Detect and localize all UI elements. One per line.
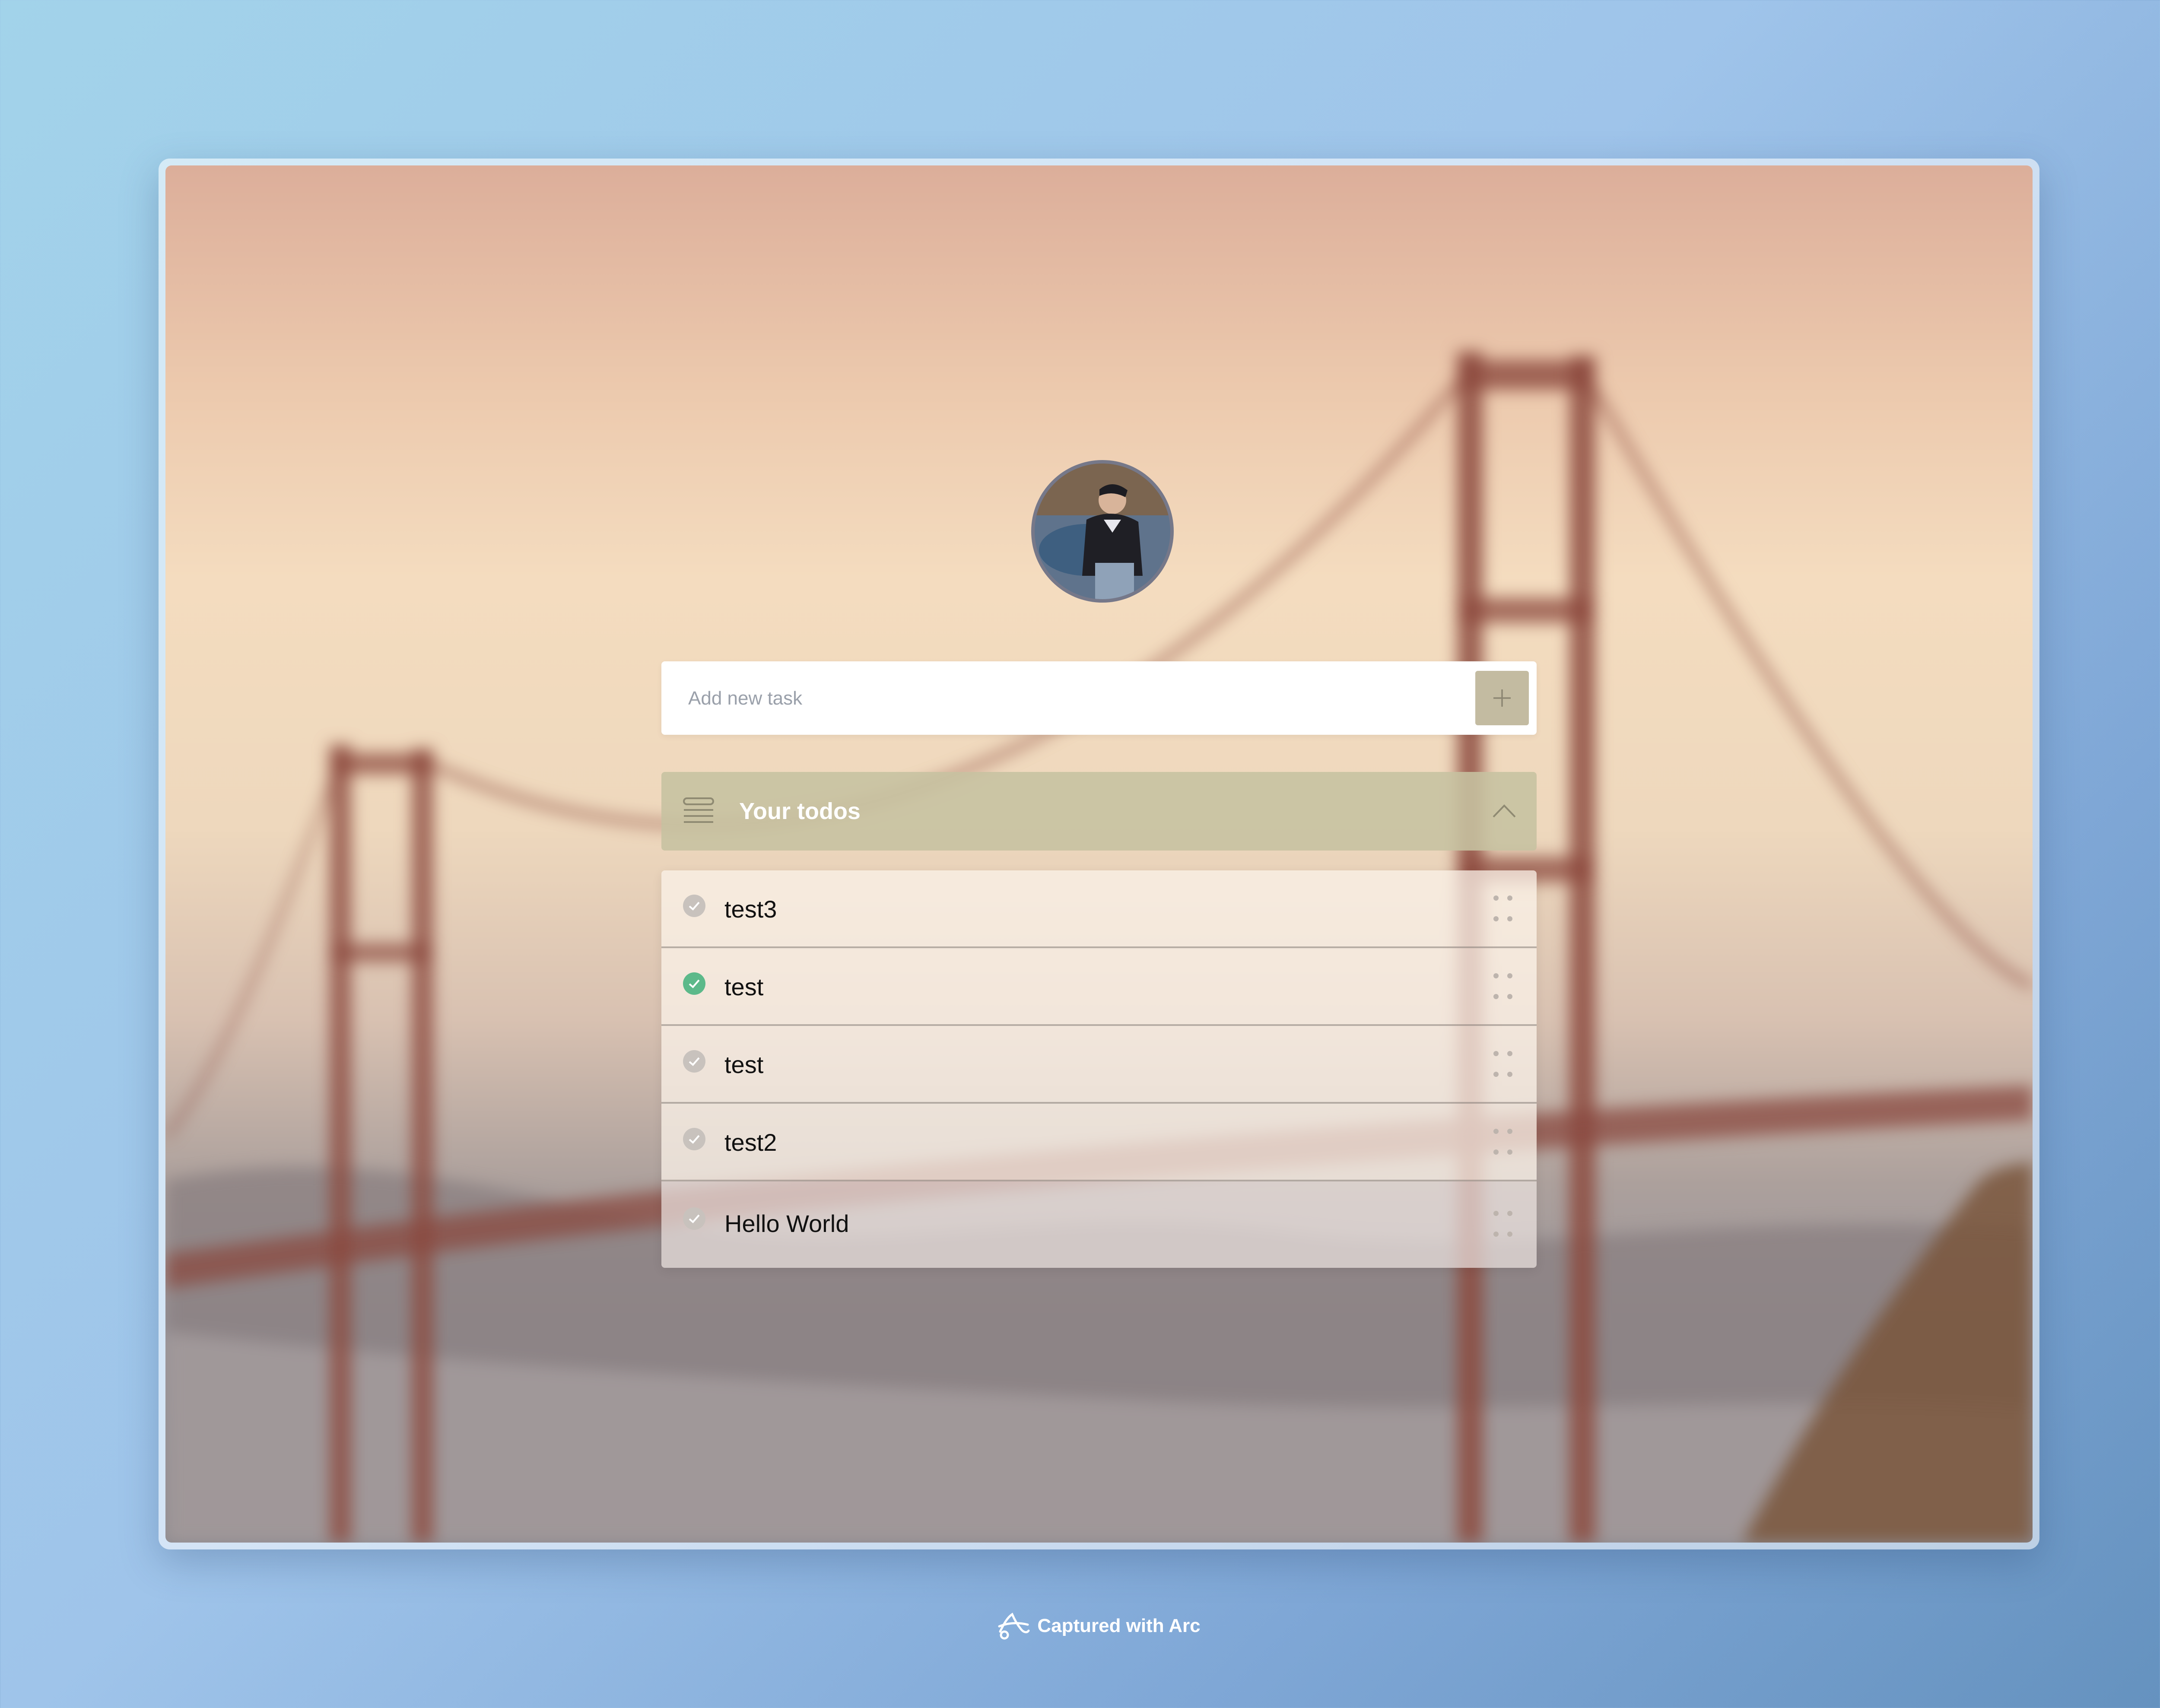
drag-handle-icon[interactable] <box>1493 1128 1513 1156</box>
todo-app: Your todos test3 <box>165 165 2033 1543</box>
avatar-photo <box>1035 464 1170 599</box>
todo-item[interactable]: Hello World <box>661 1181 1537 1268</box>
drag-handle-icon[interactable] <box>1493 895 1513 922</box>
check-circle-icon[interactable] <box>682 1127 706 1151</box>
todo-list: test3 test test test2 Hello World <box>661 870 1537 1268</box>
todo-item[interactable]: test <box>661 1026 1537 1104</box>
add-task-button[interactable] <box>1475 671 1529 725</box>
todo-label: test3 <box>724 895 777 923</box>
check-circle-icon[interactable] <box>682 971 706 996</box>
list-icon <box>683 797 714 823</box>
browser-window: Your todos test3 <box>159 159 2039 1549</box>
page-viewport: Your todos test3 <box>165 165 2033 1543</box>
check-circle-icon[interactable] <box>682 1049 706 1073</box>
plus-icon <box>1493 689 1511 707</box>
drag-handle-icon[interactable] <box>1493 972 1513 1000</box>
arc-logo-icon <box>998 1613 1030 1640</box>
todos-title: Your todos <box>739 798 861 824</box>
drag-handle-icon[interactable] <box>1493 1050 1513 1078</box>
add-task-form <box>661 661 1537 736</box>
todo-item[interactable]: test2 <box>661 1104 1537 1181</box>
drag-handle-icon[interactable] <box>1493 1210 1513 1238</box>
todo-label: test2 <box>724 1129 777 1156</box>
todo-label: test <box>724 973 764 1000</box>
todo-item[interactable]: test <box>661 948 1537 1026</box>
todos-header[interactable]: Your todos <box>661 772 1537 851</box>
chevron-up-icon[interactable] <box>1492 800 1517 823</box>
add-task-input[interactable] <box>687 661 1467 736</box>
todo-label: Hello World <box>724 1210 849 1237</box>
avatar[interactable] <box>1031 460 1174 603</box>
check-circle-icon[interactable] <box>682 1206 706 1231</box>
todo-item[interactable]: test3 <box>661 870 1537 948</box>
todo-label: test <box>724 1051 764 1078</box>
check-circle-icon[interactable] <box>682 894 706 918</box>
capture-footer: Captured with Arc <box>0 1609 2160 1643</box>
footer-text: Captured with Arc <box>1037 1615 1201 1636</box>
